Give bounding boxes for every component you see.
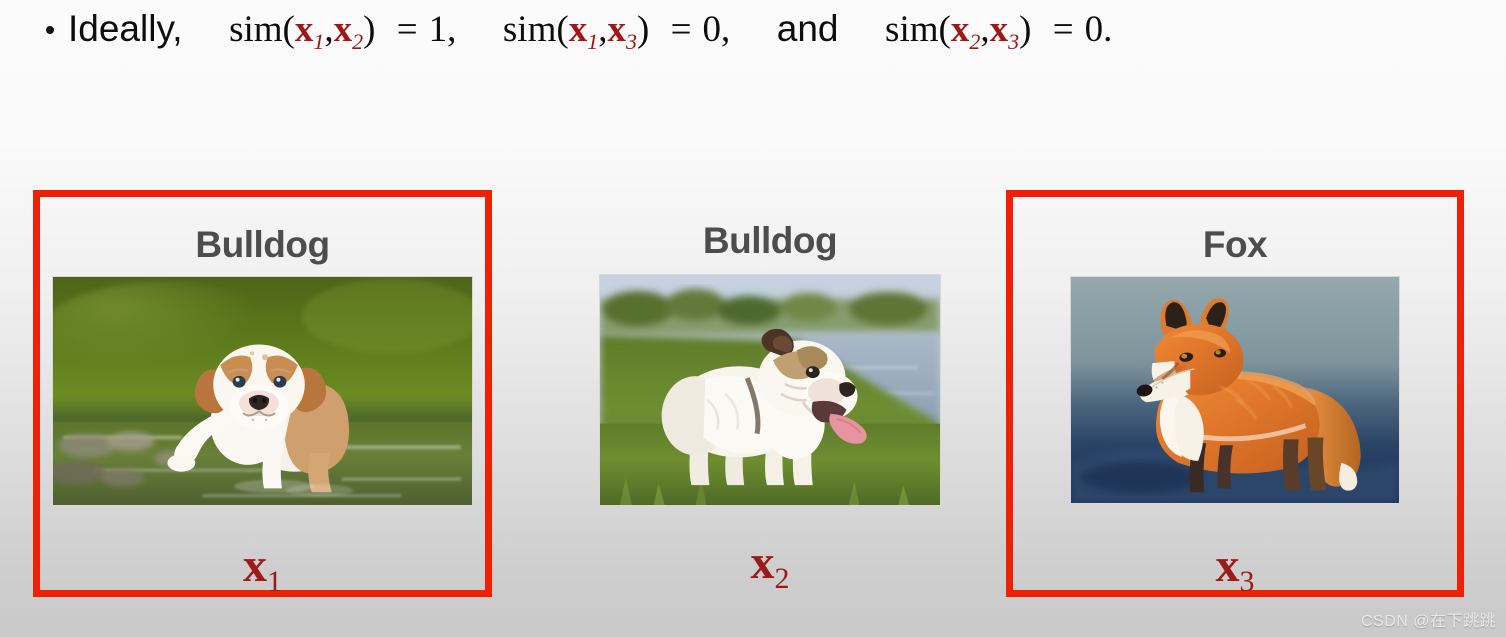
equation-conjunction: and <box>776 7 839 49</box>
variable-x3-a: x3 <box>607 8 637 54</box>
period-end: . <box>1103 8 1113 50</box>
close-paren-3: ) <box>1019 8 1032 50</box>
comma-after-2: , <box>720 8 731 50</box>
comma-3: , <box>980 8 990 50</box>
sim-label-1: sim <box>229 8 283 50</box>
close-paren-1: ) <box>363 8 376 50</box>
image-card-bulldog-1[interactable]: Bulldog x1 <box>33 190 492 597</box>
sim-value-3: 0 <box>1084 8 1104 50</box>
red-fox-illustration <box>1071 277 1399 503</box>
card-image-red-fox <box>1070 276 1400 504</box>
sim-label-2: sim <box>502 8 557 50</box>
card-variable-label-x3: x3 <box>1215 539 1255 598</box>
open-paren-1: ( <box>282 8 295 50</box>
card-title-bulldog-2: Bulldog <box>702 220 838 261</box>
card-title-bulldog-1: Bulldog <box>195 224 330 265</box>
csdn-watermark: CSDN @在下跳跳 <box>1360 613 1496 630</box>
comma-1: , <box>324 8 334 50</box>
open-paren-3: ( <box>938 8 951 50</box>
close-paren-2: ) <box>636 8 650 50</box>
sim-label-3: sim <box>885 8 939 50</box>
sim-value-1: 1 <box>428 8 448 50</box>
image-card-fox[interactable]: Fox x3 <box>1006 190 1464 597</box>
bullet-point-icon <box>46 26 54 34</box>
card-image-adult-bulldog <box>599 274 941 506</box>
image-card-bulldog-2[interactable]: Bulldog x2 <box>598 200 942 595</box>
variable-x2-b: x2 <box>950 8 981 54</box>
card-title-fox: Fox <box>1202 224 1268 265</box>
equals-3: = <box>1052 8 1074 50</box>
card-image-bulldog-puppy <box>52 276 473 506</box>
bulldog-puppy-illustration <box>53 277 472 505</box>
variable-x1-b: x1 <box>568 8 599 54</box>
equation-expression: Ideally, sim(x1,x2) = 1, sim(x1,x3) = 0, a… <box>68 7 1113 54</box>
equals-2: = <box>670 8 692 50</box>
adult-bulldog-illustration <box>600 275 940 505</box>
sim-value-2: 0 <box>702 8 721 50</box>
equals-1: = <box>396 8 418 50</box>
comma-after-1: , <box>447 8 457 50</box>
variable-x1-a: x1 <box>294 8 325 54</box>
equation-line: Ideally, sim(x1,x2) = 1, sim(x1,x3) = 0, a… <box>0 0 1506 58</box>
card-variable-label-x2: x2 <box>750 536 790 595</box>
variable-x3-b: x3 <box>989 8 1020 54</box>
equation-lead-word: Ideally, <box>68 7 183 49</box>
card-variable-label-x1: x1 <box>243 539 282 598</box>
variable-x2-a: x2 <box>333 8 364 54</box>
open-paren-2: ( <box>556 8 569 50</box>
